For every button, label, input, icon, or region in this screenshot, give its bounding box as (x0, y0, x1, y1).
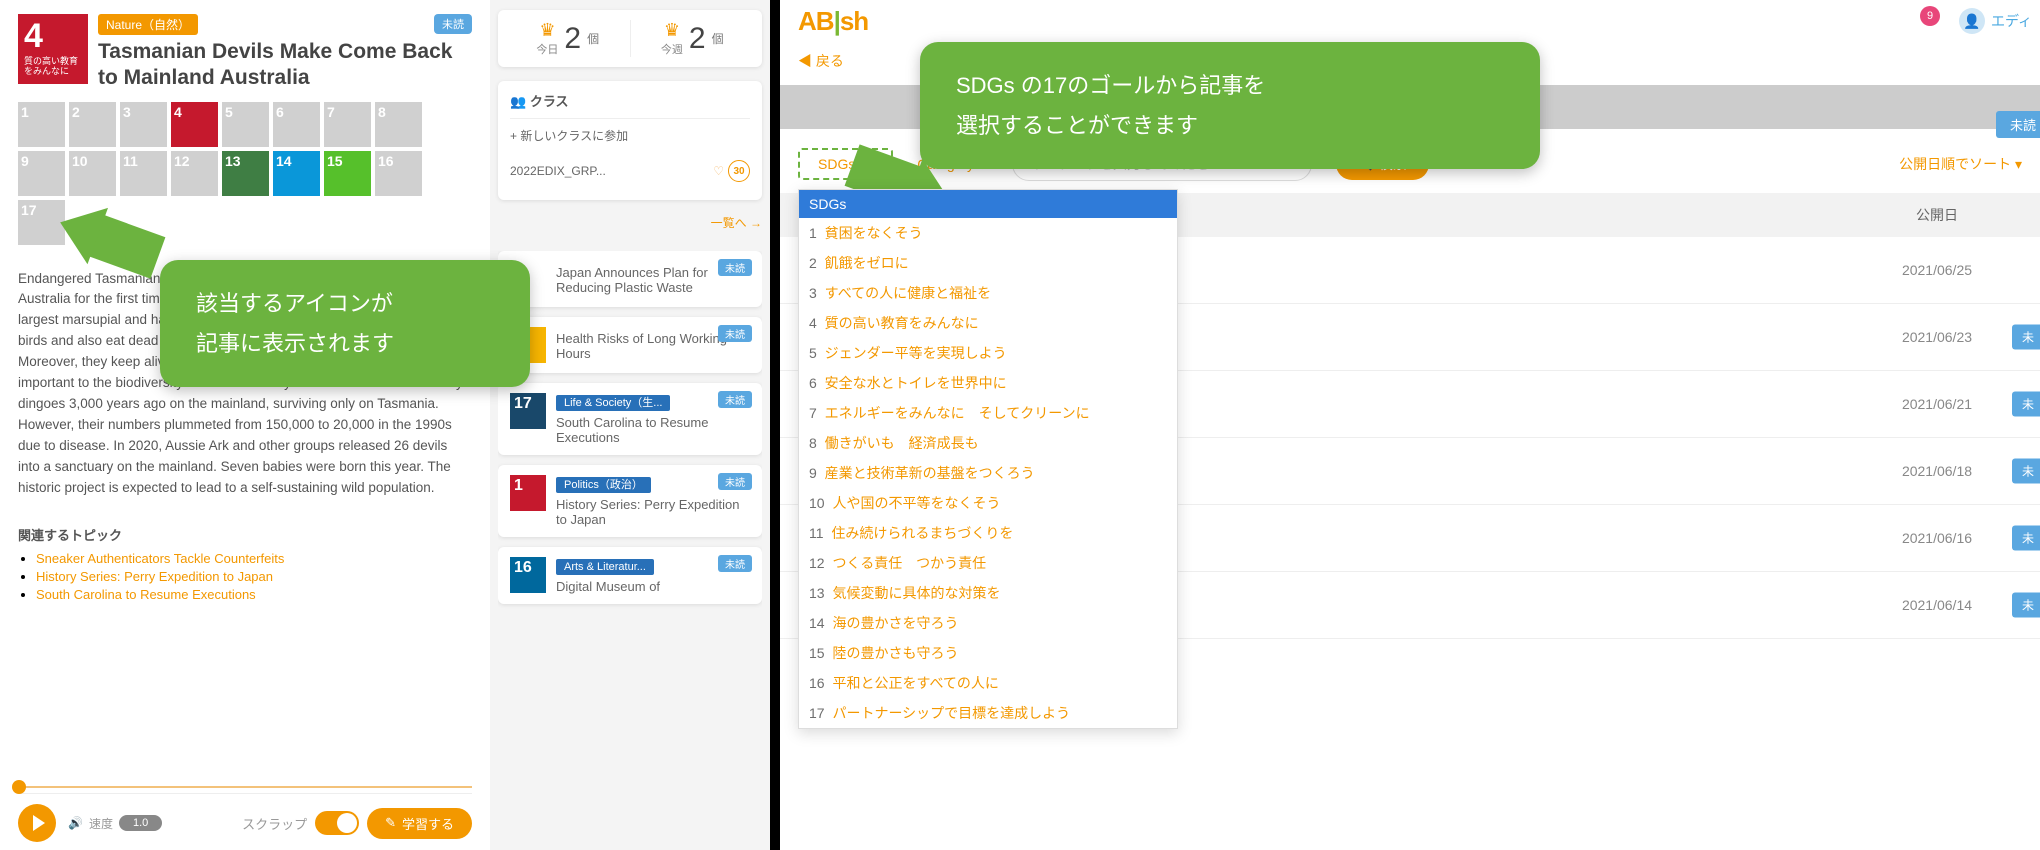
feed-item[interactable]: 16Arts & Literatur...Digital Museum of未読 (498, 547, 762, 604)
audio-slider-knob[interactable] (12, 780, 26, 794)
sdgs-option-15[interactable]: 15 陸の豊かさも守ろう (799, 638, 1177, 668)
right-pane: AB|sh 9 👤 エディ ◀ 戻る SDGs ▼ Category ▼ キーワ… (780, 0, 2040, 850)
sdg-tile-4[interactable]: 4 (171, 102, 218, 147)
sdgs-option-2[interactable]: 2 飢餓をゼロに (799, 248, 1177, 278)
sdgs-option-13[interactable]: 13 気候変動に具体的な対策を (799, 578, 1177, 608)
class-name: 2022EDIX_GRP... (510, 164, 606, 178)
play-button[interactable] (18, 804, 56, 842)
week-count: ♛ 今週 2 個 (631, 20, 755, 57)
callout-right-text: SDGs の17のゴールから記事を選択することができます (956, 73, 1265, 138)
scrap-toggle-group: スクラップ 学習する (242, 808, 472, 839)
class-row[interactable]: 2022EDIX_GRP... ♡ 30 (510, 152, 750, 190)
callout-right: SDGs の17のゴールから記事を選択することができます (920, 42, 1540, 169)
audio-player: 🔊 速度 1.0 スクラップ 学習する (18, 793, 472, 842)
audio-slider-track[interactable] (18, 786, 472, 788)
sdgs-option-17[interactable]: 17 パートナーシップで目標を達成しよう (799, 698, 1177, 728)
article-header: 質の高い教育をみんなに Nature（自然） Tasmanian Devils … (18, 14, 472, 92)
user-name: エディ (1991, 11, 2032, 31)
logo[interactable]: AB|sh (798, 6, 868, 37)
count-unit: 個 (587, 30, 599, 47)
class-box: クラス 新しいクラスに参加 2022EDIX_GRP... ♡ 30 (498, 81, 762, 200)
sdg-tile-16[interactable]: 16 (375, 151, 422, 196)
sdg-tile-12[interactable]: 12 (171, 151, 218, 196)
notification-badge[interactable]: 9 (1920, 6, 1940, 26)
top-bar: AB|sh 9 👤 エディ (780, 0, 2040, 43)
feed-item[interactable]: Health Risks of Long Working Hours未読 (498, 317, 762, 373)
related-link[interactable]: Sneaker Authenticators Tackle Counterfei… (36, 551, 284, 566)
speed-value[interactable]: 1.0 (119, 815, 162, 831)
week-value: 2 (689, 22, 706, 56)
callout-left-text: 該当するアイコンが記事に表示されます (196, 291, 394, 356)
sdgs-option-6[interactable]: 6 安全な水とトイレを世界中に (799, 368, 1177, 398)
sdgs-option-12[interactable]: 12 つくる責任 つかう責任 (799, 548, 1177, 578)
week-label: 今週 (661, 41, 683, 57)
sdgs-option-10[interactable]: 10 人や国の不平等をなくそう (799, 488, 1177, 518)
sdg4-icon: 質の高い教育をみんなに (18, 14, 88, 84)
category-tag[interactable]: Nature（自然） (98, 14, 198, 35)
speed-control[interactable]: 🔊 速度 1.0 (68, 815, 162, 832)
sort-dropdown[interactable]: 公開日順でソート (1899, 154, 2022, 174)
left-pane: 未読 質の高い教育をみんなに Nature（自然） Tasmanian Devi… (0, 0, 780, 850)
sdgs-option-14[interactable]: 14 海の豊かさを守ろう (799, 608, 1177, 638)
related-topics: 関連するトピック Sneaker Authenticators Tackle C… (18, 525, 472, 604)
col-date: 公開日 (1852, 205, 2022, 225)
sdg-tile-7[interactable]: 7 (324, 102, 371, 147)
feed-item[interactable]: Japan Announces Plan for Reducing Plasti… (498, 251, 762, 307)
sdg-tile-13[interactable]: 13 (222, 151, 269, 196)
sdgs-option-5[interactable]: 5 ジェンダー平等を実現しよう (799, 338, 1177, 368)
feed-item[interactable]: 17Life & Society（生...South Carolina to R… (498, 383, 762, 455)
goal-counts: ♛ 今日 2 個 ♛ 今週 2 個 (498, 10, 762, 67)
unread-badge: 未読 (434, 14, 472, 34)
sdgs-dropdown-menu: SDGs 1 貧困をなくそう2 飢餓をゼロに3 すべての人に健康と福祉を4 質の… (798, 189, 1178, 729)
feed-list: Japan Announces Plan for Reducing Plasti… (498, 251, 762, 840)
sdgs-option-3[interactable]: 3 すべての人に健康と福祉を (799, 278, 1177, 308)
sdgs-option-4[interactable]: 4 質の高い教育をみんなに (799, 308, 1177, 338)
crown-icon: ♛ (539, 20, 555, 40)
feed-item[interactable]: 1Politics（政治）History Series: Perry Exped… (498, 465, 762, 537)
article-column: 未読 質の高い教育をみんなに Nature（自然） Tasmanian Devi… (0, 0, 490, 850)
today-label: 今日 (536, 41, 558, 57)
article-title: Tasmanian Devils Make Come Back to Mainl… (98, 39, 472, 92)
side-column: ♛ 今日 2 個 ♛ 今週 2 個 クラス 新しいクラスに参加 2022EDIX… (490, 0, 770, 850)
today-value: 2 (564, 22, 581, 56)
unread-filter-badge[interactable]: 未読 (1996, 111, 2040, 138)
related-heading: 関連するトピック (18, 525, 472, 544)
scrap-toggle[interactable] (315, 811, 359, 835)
feed-more-link[interactable]: 一覧へ → (498, 214, 762, 231)
sdgs-option-7[interactable]: 7 エネルギーをみんなに そしてクリーンに (799, 398, 1177, 428)
comment-count: 30 (728, 160, 750, 182)
sdgs-option-9[interactable]: 9 産業と技術革新の基盤をつくろう (799, 458, 1177, 488)
sdgs-option-8[interactable]: 8 働きがいも 経済成長も (799, 428, 1177, 458)
learn-button[interactable]: 学習する (367, 808, 472, 839)
sdgs-option-16[interactable]: 16 平和と公正をすべての人に (799, 668, 1177, 698)
callout-left: 該当するアイコンが記事に表示されます (160, 260, 530, 387)
sdgs-option-11[interactable]: 11 住み続けられるまちづくりを (799, 518, 1177, 548)
sdg-tile-5[interactable]: 5 (222, 102, 269, 147)
sdg-tile-14[interactable]: 14 (273, 151, 320, 196)
sdg-tile-8[interactable]: 8 (375, 102, 422, 147)
scrap-label: スクラップ (242, 814, 307, 833)
avatar-icon: 👤 (1959, 8, 1985, 34)
today-count: ♛ 今日 2 個 (506, 20, 630, 57)
user-menu[interactable]: 👤 エディ (1959, 8, 2032, 34)
sdgs-menu-header: SDGs (799, 190, 1177, 218)
sdg-tile-3[interactable]: 3 (120, 102, 167, 147)
sdg-tile-15[interactable]: 15 (324, 151, 371, 196)
count-unit: 個 (712, 30, 724, 47)
sdg-tile-10[interactable]: 10 (69, 151, 116, 196)
related-link[interactable]: History Series: Perry Expedition to Japa… (36, 569, 273, 584)
sdg-tile-2[interactable]: 2 (69, 102, 116, 147)
related-link[interactable]: South Carolina to Resume Executions (36, 587, 256, 602)
sdg-tile-11[interactable]: 11 (120, 151, 167, 196)
sdg-tile-9[interactable]: 9 (18, 151, 65, 196)
sdg-tile-1[interactable]: 1 (18, 102, 65, 147)
join-class-button[interactable]: 新しいクラスに参加 (510, 118, 750, 152)
sdg-tile-6[interactable]: 6 (273, 102, 320, 147)
class-heading: クラス (510, 91, 750, 110)
sdgs-option-1[interactable]: 1 貧困をなくそう (799, 218, 1177, 248)
crown-icon: ♛ (664, 20, 680, 40)
speed-label: 速度 (89, 815, 113, 832)
